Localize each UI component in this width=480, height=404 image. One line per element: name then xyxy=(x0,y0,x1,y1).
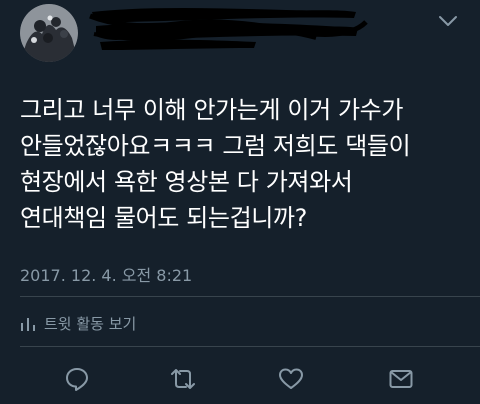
tweet-actions-bar xyxy=(0,362,480,398)
bar-chart-icon xyxy=(21,317,35,331)
avatar[interactable] xyxy=(20,4,78,62)
divider xyxy=(20,346,480,347)
envelope-icon xyxy=(389,370,413,388)
tweet-activity-link[interactable]: 트윗 활동 보기 xyxy=(20,313,136,334)
tweet-detail: 그리고 너무 이해 안가는게 이거 가수가 안들었잖아요ㅋㅋㅋ 그럼 저희도 댁… xyxy=(0,0,480,404)
tweet-text-line: 연대책임 물어도 되는겁니까? xyxy=(20,204,307,232)
avatar-image xyxy=(20,4,78,62)
direct-message-button[interactable] xyxy=(386,364,416,394)
reply-button[interactable] xyxy=(62,364,92,394)
retweet-button[interactable] xyxy=(168,364,198,394)
retweet-icon xyxy=(171,369,195,389)
tweet-text-line: 그리고 너무 이해 안가는게 이거 가수가 xyxy=(20,96,404,124)
tweet-text-line: 현장에서 욕한 영상본 다 가져와서 xyxy=(20,168,353,196)
like-button[interactable] xyxy=(276,364,306,394)
divider xyxy=(20,296,480,297)
tweet-timestamp[interactable]: 2017. 12. 4. 오전 8:21 xyxy=(20,262,192,286)
tweet-text: 그리고 너무 이해 안가는게 이거 가수가 안들었잖아요ㅋㅋㅋ 그럼 저희도 댁… xyxy=(20,92,465,236)
chevron-down-icon[interactable] xyxy=(438,14,458,28)
tweet-text-line: 안들었잖아요ㅋㅋㅋ 그럼 저희도 댁들이 xyxy=(20,132,411,160)
heart-icon xyxy=(279,368,303,389)
reply-icon xyxy=(66,368,88,391)
tweet-activity-label: 트윗 활동 보기 xyxy=(44,315,137,333)
redacted-username xyxy=(86,4,376,54)
